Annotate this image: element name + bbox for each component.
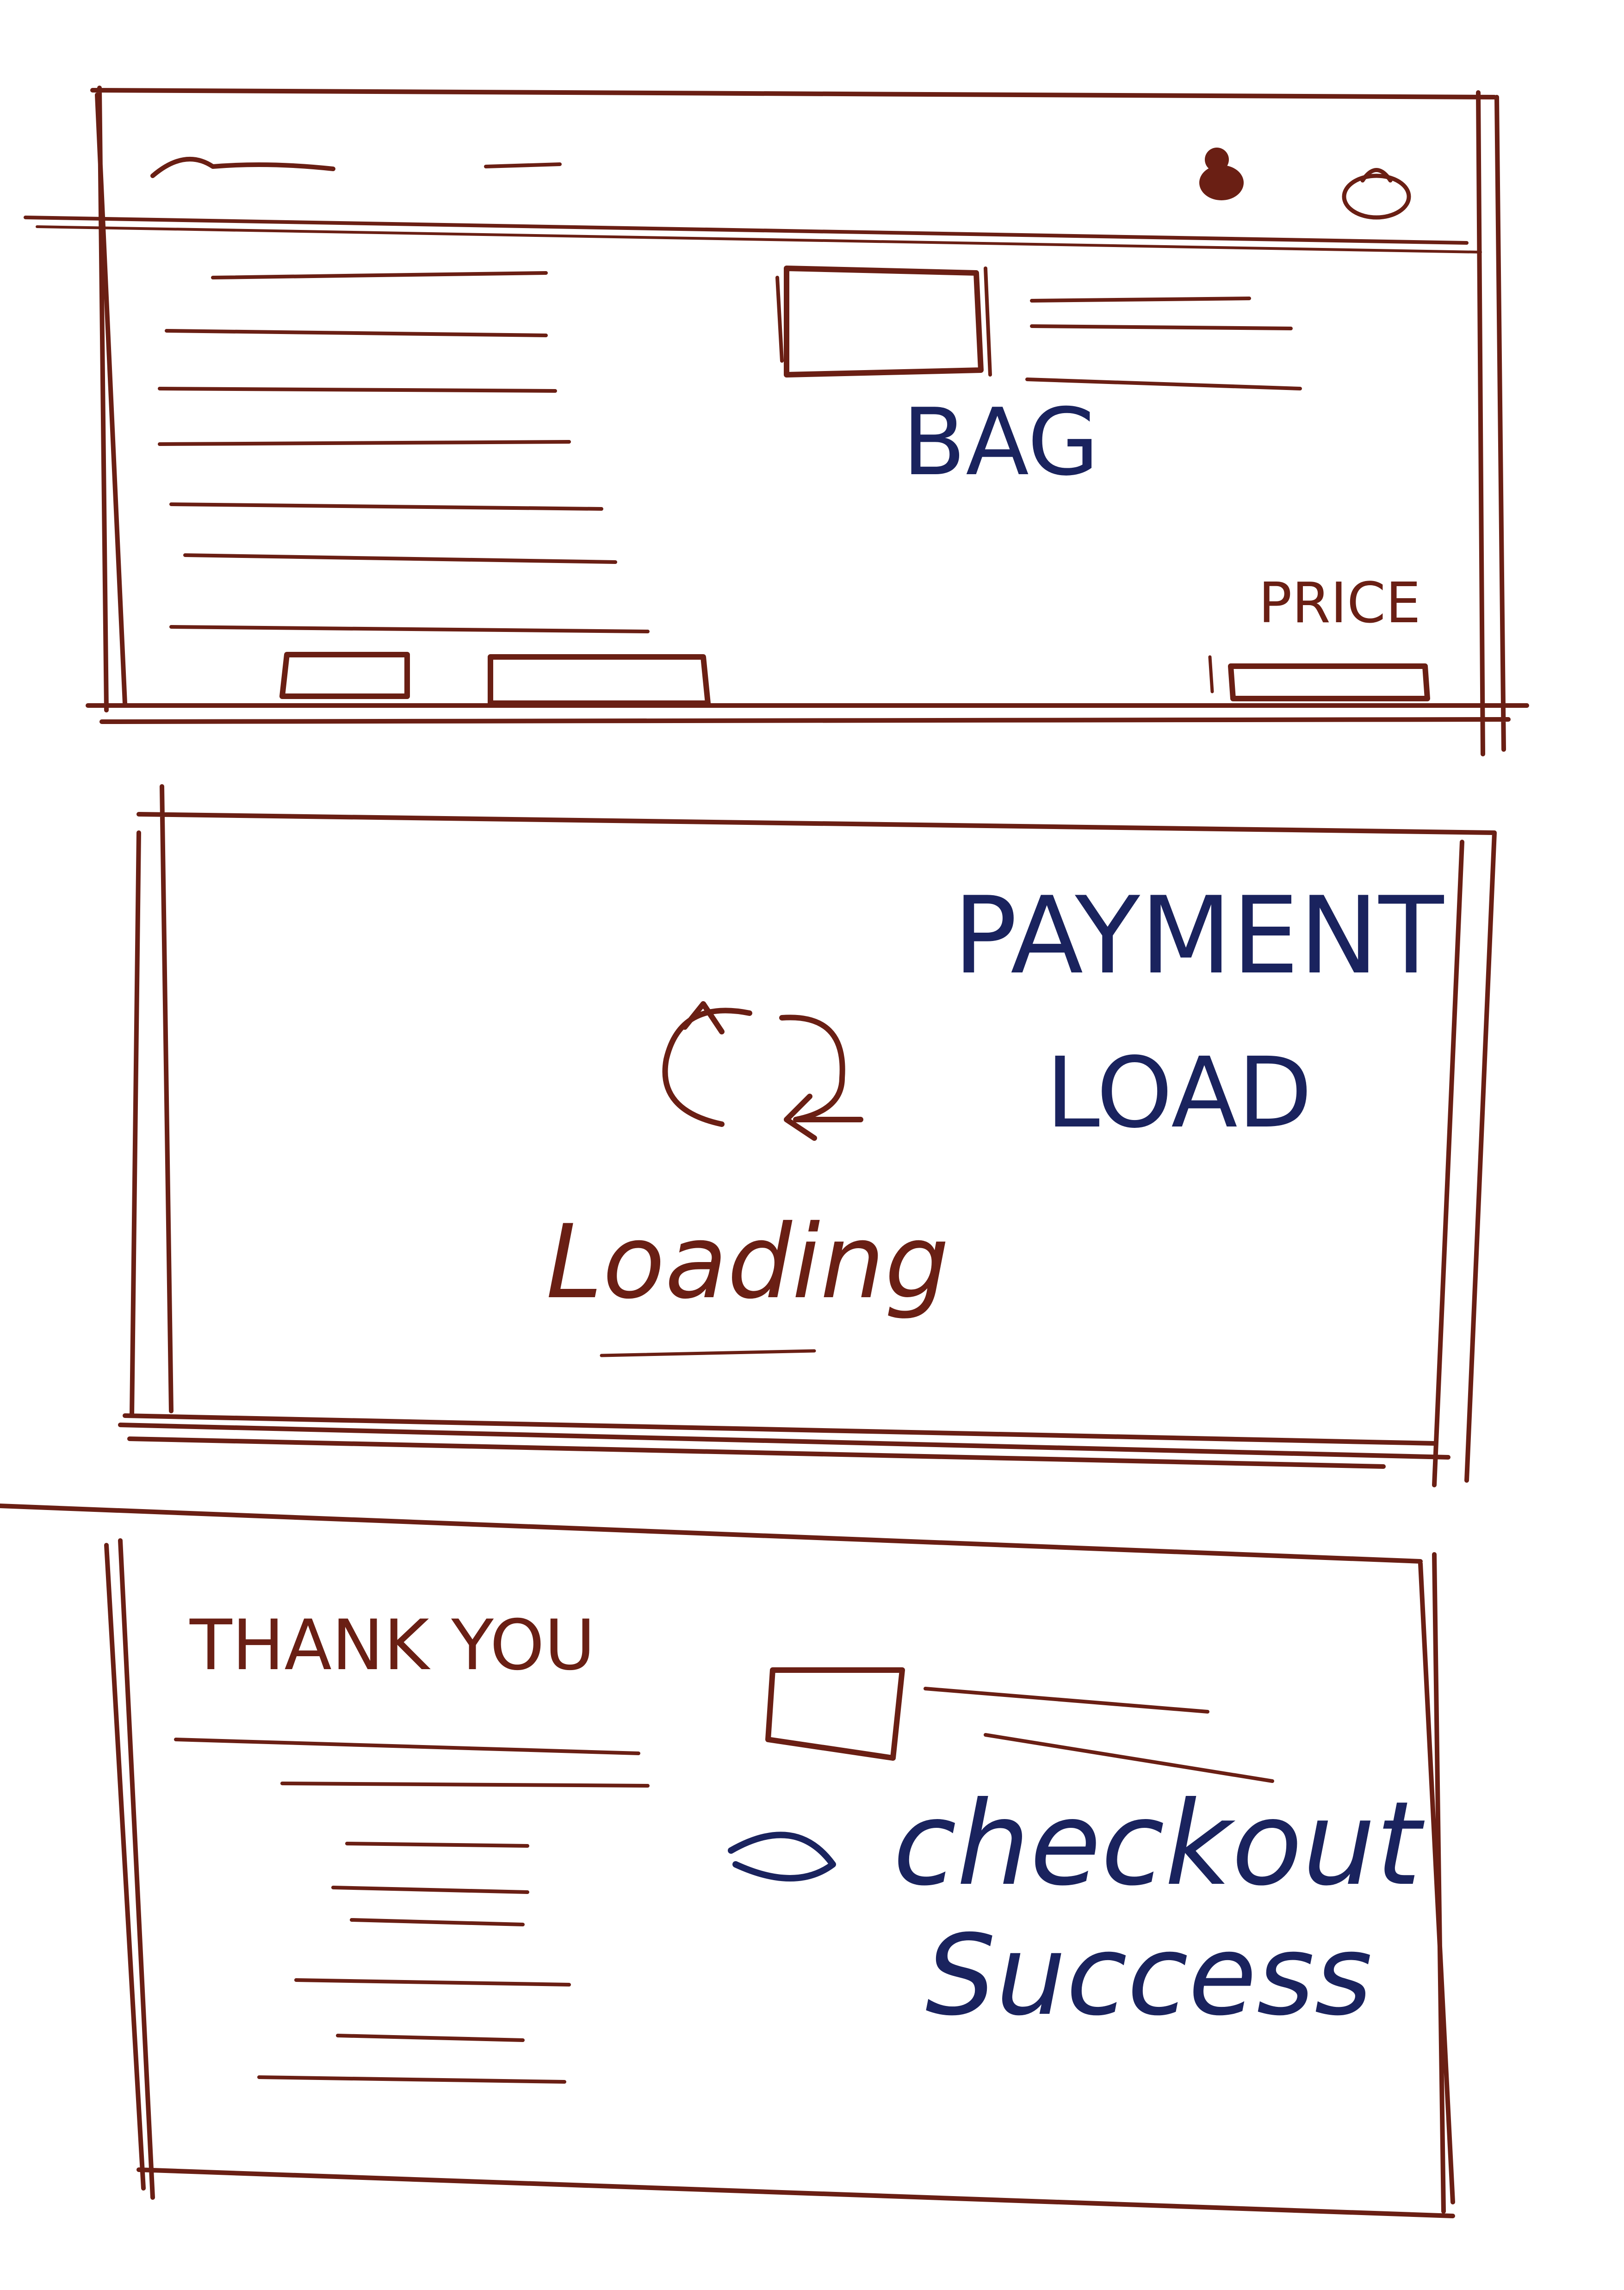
frame-bag xyxy=(24,86,1529,756)
checkmark-icon xyxy=(728,1832,836,1882)
price-box xyxy=(1208,655,1430,701)
thank-you-text-lines xyxy=(174,1738,650,2084)
loading-status-text: Loading xyxy=(546,1203,949,1321)
price-label: PRICE xyxy=(1258,571,1421,636)
nav-link-line xyxy=(484,162,562,168)
bag-icon[interactable] xyxy=(1342,168,1411,220)
load-annotation: LOAD xyxy=(1046,1036,1313,1150)
refresh-icon xyxy=(662,1001,863,1141)
secondary-button[interactable] xyxy=(279,652,410,699)
thank-you-heading: THANK YOU xyxy=(190,1605,595,1686)
logo-scribble xyxy=(150,157,335,178)
checkout-annotation: checkout xyxy=(893,1776,1421,1911)
add-to-bag-button[interactable] xyxy=(488,654,711,706)
product-image-box xyxy=(775,266,992,378)
product-description-lines xyxy=(158,271,650,633)
bag-annotation: BAG xyxy=(902,389,1099,496)
order-detail-lines xyxy=(924,1687,1274,1783)
order-image-box xyxy=(765,1667,905,1761)
user-icon[interactable] xyxy=(1199,148,1244,200)
payment-annotation: PAYMENT xyxy=(953,874,1444,998)
loading-underline xyxy=(600,1349,816,1357)
product-title-lines xyxy=(1025,297,1302,390)
storyboard-sketch xyxy=(0,86,1529,2218)
success-annotation: Success xyxy=(925,1911,1373,2040)
